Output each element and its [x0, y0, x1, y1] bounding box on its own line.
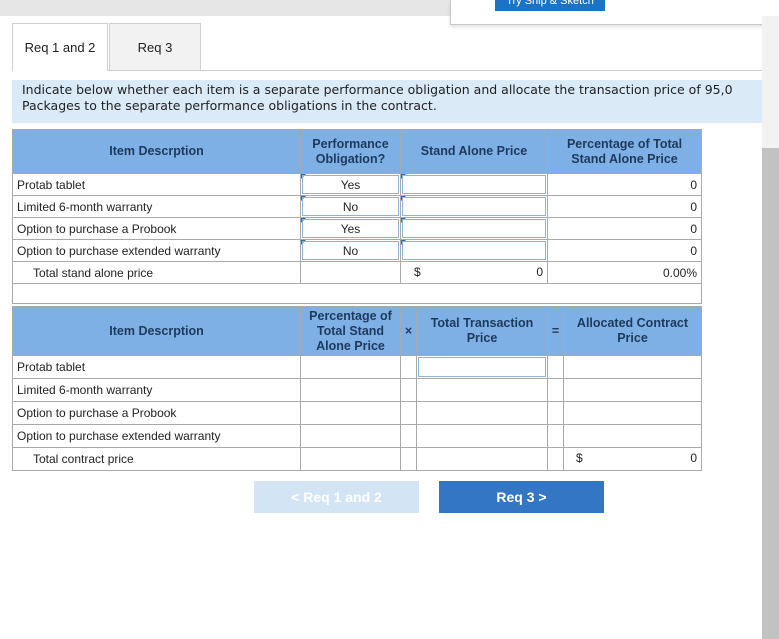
- empty-cell: [547, 401, 564, 425]
- table-row: Limited 6-month warranty No 0: [12, 195, 703, 218]
- row-item-label: Option to purchase extended warranty: [12, 239, 301, 262]
- header-item-description: Item Descrption: [12, 129, 301, 174]
- header-allocated-contract-price: Allocated Contract Price: [563, 306, 702, 356]
- stand-alone-price-input[interactable]: [399, 217, 549, 240]
- percentage-value: 0: [547, 239, 703, 262]
- prev-req-button[interactable]: < Req 1 and 2: [254, 481, 419, 513]
- total-row: Total contract price $ 0: [12, 447, 702, 471]
- empty-cell: [547, 355, 564, 379]
- stand-alone-price-input[interactable]: [399, 173, 549, 196]
- empty-cell: [547, 447, 564, 471]
- empty-cell: [416, 447, 548, 471]
- total-contract-price-value: 0: [690, 451, 697, 465]
- spacer-row: [11, 283, 703, 304]
- tab-req-3[interactable]: Req 3: [109, 23, 201, 70]
- allocated-price-cell: [563, 401, 702, 425]
- total-percentage-value: 0.00%: [547, 261, 703, 284]
- table-row: Protab tablet: [12, 355, 702, 379]
- instructions-line-1: Indicate below whether each item is a se…: [22, 82, 733, 97]
- header-stand-alone-price: Stand Alone Price: [399, 129, 549, 174]
- row-item-label: Limited 6-month warranty: [12, 195, 301, 218]
- total-row: Total stand alone price $ 0 0.00%: [12, 261, 703, 284]
- row-item-label: Option to purchase a Probook: [12, 217, 301, 240]
- stand-alone-price-input[interactable]: [399, 239, 549, 262]
- transaction-cell: [416, 401, 548, 425]
- table-row: Option to purchase extended warranty No …: [12, 239, 703, 262]
- row-item-label: Protab tablet: [12, 173, 301, 196]
- percentage-cell: [300, 355, 401, 379]
- percentage-value: 0: [547, 195, 703, 218]
- snip-sketch-button[interactable]: Try Snip & Sketch: [495, 0, 605, 11]
- obligation-dropdown[interactable]: No: [300, 239, 401, 262]
- empty-cell: [300, 447, 401, 471]
- empty-cell: [400, 424, 417, 448]
- empty-cell: [300, 261, 401, 284]
- snip-sketch-popup: Try Snip & Sketch: [450, 0, 779, 25]
- multiply-sign: ×: [400, 306, 417, 356]
- table-row: Option to purchase extended warranty: [12, 424, 702, 448]
- percentage-value: 0: [547, 217, 703, 240]
- transaction-cell: [416, 378, 548, 402]
- percentage-cell: [300, 401, 401, 425]
- empty-cell: [400, 378, 417, 402]
- total-transaction-price-input[interactable]: [416, 355, 548, 379]
- total-label: Total stand alone price: [12, 261, 301, 284]
- equals-sign: =: [547, 306, 564, 356]
- next-req-button[interactable]: Req 3 >: [439, 481, 604, 513]
- total-label: Total contract price: [12, 447, 301, 471]
- header-item-description: Item Descrption: [12, 306, 301, 356]
- instructions: Indicate below whether each item is a se…: [12, 80, 762, 123]
- empty-cell: [400, 355, 417, 379]
- currency-symbol: $: [414, 265, 421, 279]
- transaction-cell: [416, 424, 548, 448]
- total-stand-alone-cell: $ 0: [399, 261, 549, 284]
- percentage-value: 0: [547, 173, 703, 196]
- table-row: Limited 6-month warranty: [12, 378, 702, 402]
- allocated-price-cell: [563, 424, 702, 448]
- scrollbar-thumb[interactable]: [762, 148, 779, 639]
- percentage-cell: [300, 378, 401, 402]
- total-contract-price-cell: $ 0: [563, 447, 702, 471]
- empty-cell: [547, 424, 564, 448]
- percentage-cell: [300, 424, 401, 448]
- header-percentage-total: Percentage of Total Stand Alone Price: [300, 306, 401, 356]
- obligation-dropdown[interactable]: No: [300, 195, 401, 218]
- empty-cell: [547, 378, 564, 402]
- total-stand-alone-value: 0: [536, 265, 544, 279]
- table-row: Option to purchase a Probook: [12, 401, 702, 425]
- allocated-price-cell: [563, 378, 702, 402]
- empty-cell: [400, 447, 417, 471]
- row-item-label: Protab tablet: [12, 355, 301, 379]
- row-item-label: Limited 6-month warranty: [12, 378, 301, 402]
- tab-req-1-and-2[interactable]: Req 1 and 2: [12, 23, 108, 71]
- instructions-line-2: Packages to the separate performance obl…: [22, 98, 437, 113]
- header-performance-obligation: Performance Obligation?: [300, 129, 401, 174]
- row-item-label: Option to purchase extended warranty: [12, 424, 301, 448]
- stand-alone-price-input[interactable]: [399, 195, 549, 218]
- obligation-dropdown[interactable]: Yes: [300, 173, 401, 196]
- obligation-dropdown[interactable]: Yes: [300, 217, 401, 240]
- header-percentage-total: Percentage of Total Stand Alone Price: [547, 129, 703, 174]
- table-row: Protab tablet Yes 0: [12, 173, 703, 196]
- performance-obligation-table: Item Descrption Performance Obligation? …: [11, 129, 703, 304]
- allocated-price-cell: [563, 355, 702, 379]
- tab-divider: [12, 70, 762, 71]
- row-item-label: Option to purchase a Probook: [12, 401, 301, 425]
- allocation-table: Item Descrption Percentage of Total Stan…: [12, 306, 702, 471]
- currency-symbol: $: [576, 451, 583, 465]
- table-row: Option to purchase a Probook Yes 0: [12, 217, 703, 240]
- header-total-transaction-price: Total Transaction Price: [416, 306, 548, 356]
- empty-cell: [400, 401, 417, 425]
